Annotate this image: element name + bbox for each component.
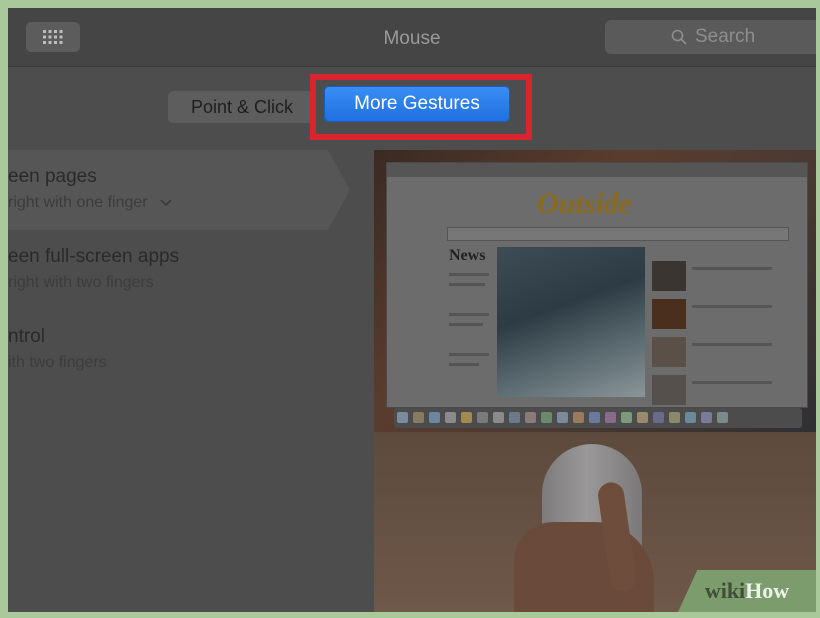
option-swipe-pages-setting[interactable]: right with one finger [8,194,172,212]
option-mission-control-title[interactable]: ntrol [8,326,45,348]
toolbar: Mouse Search [8,8,816,67]
search-icon [671,29,687,45]
text-line [692,305,772,308]
site-navigation [447,227,789,241]
tab-point-and-click[interactable]: Point & Click [168,91,316,123]
search-placeholder: Search [695,26,756,47]
text-line [449,313,489,316]
option-swipe-apps-title[interactable]: een full-screen apps [8,246,179,268]
text-line [692,267,772,270]
site-logo: Outside [537,187,633,220]
article-list [652,247,787,405]
desktop-background: Outside News [374,150,816,432]
chevron-down-icon [160,194,172,212]
text-line [449,323,483,326]
browser-toolbar [387,163,807,177]
text-line [692,381,772,384]
article-thumbnail [652,375,686,405]
option-mission-control-value: ith two fingers [8,354,107,371]
text-line [449,353,489,356]
selected-option-background [8,150,328,230]
selected-option-pointer [328,150,350,230]
text-line [449,283,485,286]
tab-more-gestures[interactable]: More Gestures [324,86,510,122]
wikihow-watermark: wiki How [678,570,816,612]
dock [394,408,802,428]
text-line [449,363,479,366]
option-swipe-pages-value: right with one finger [8,194,148,212]
browser-window-preview: Outside News [386,162,808,408]
option-swipe-apps-value: right with two fingers [8,274,154,291]
text-line [692,343,772,346]
hero-image [497,247,645,397]
article-thumbnail [652,337,686,367]
option-swipe-pages-title[interactable]: een pages [8,166,97,188]
news-heading: News [449,247,486,264]
gesture-preview-video: Outside News [374,150,816,612]
article-thumbnail [652,261,686,291]
search-field[interactable]: Search [605,20,816,54]
system-preferences-window: Mouse Search Point & Click More Gestures… [8,8,816,612]
article-thumbnail [652,299,686,329]
text-line [449,273,489,276]
